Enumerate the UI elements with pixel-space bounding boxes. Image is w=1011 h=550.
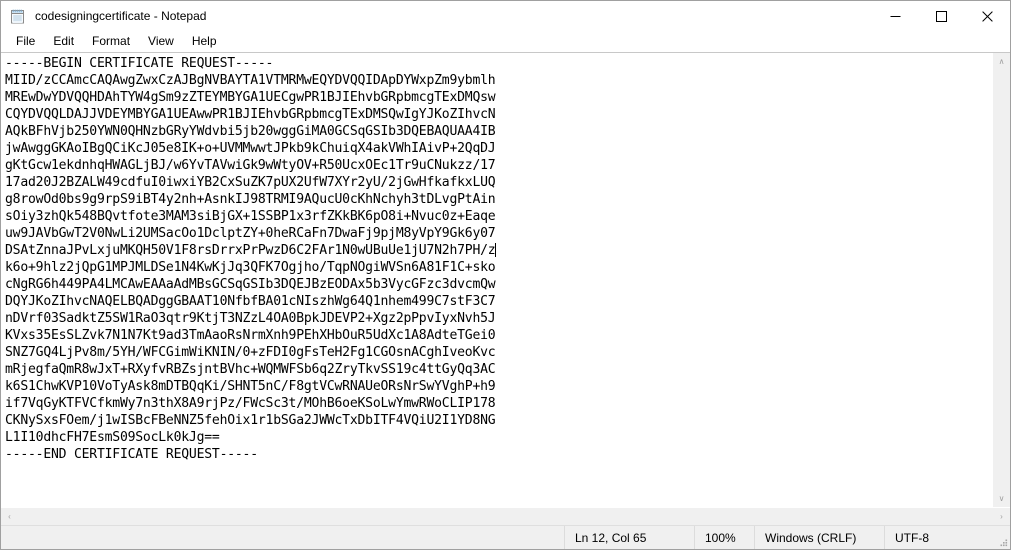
- menu-item-view[interactable]: View: [139, 32, 183, 52]
- text-line: g8rowOd0bs9g9rpS9iBT4y2nh+AsnkIJ98TRMI9A…: [5, 191, 992, 208]
- resize-grip-icon[interactable]: [994, 526, 1010, 549]
- window-title: codesigningcertificate - Notepad: [35, 9, 207, 23]
- text-editor[interactable]: -----BEGIN CERTIFICATE REQUEST----- MIID/…: [1, 53, 992, 507]
- text-line-content: SNZ7GQ4LjPv8m/5YH/WFCGimWiKNIN/0+zFDI0gF…: [5, 345, 496, 360]
- status-line-ending: Windows (CRLF): [754, 526, 884, 549]
- text-line-content: jwAwggGKAoIBgQCiKcJ05e8IK+o+UVMMwwtJPkb9…: [5, 141, 496, 156]
- menu-item-edit[interactable]: Edit: [44, 32, 83, 52]
- status-zoom-level[interactable]: 100%: [694, 526, 754, 549]
- editor-container: -----BEGIN CERTIFICATE REQUEST----- MIID/…: [1, 52, 1010, 525]
- text-line: 17ad20J2BZALW49cdfuI0iwxiYB2CxSuZK7pUX2U…: [5, 174, 992, 191]
- minimize-button[interactable]: [872, 1, 918, 31]
- menu-item-file[interactable]: File: [7, 32, 44, 52]
- text-line: AQkBFhVjb250YWN0QHNzbGRyYWdvbi5jb20wggGi…: [5, 123, 992, 140]
- notepad-icon: [9, 8, 26, 25]
- text-line-content: g8rowOd0bs9g9rpS9iBT4y2nh+AsnkIJ98TRMI9A…: [5, 192, 496, 207]
- text-line: DSAtZnnaJPvLxjuMKQH50V1F8rsDrrxPrPwzD6C2…: [5, 242, 992, 259]
- text-line: MREwDwYDVQQHDAhTYW4gSm9zZTEYMBYGA1UECgwP…: [5, 89, 992, 106]
- status-spacer: [1, 526, 564, 549]
- text-line: KVxs35EsSLZvk7N1N7Kt9ad3TmAaoRsNrmXnh9PE…: [5, 327, 992, 344]
- text-line-content: CQYDVQQLDAJJVDEYMBYGA1UEAwwPR1BJIEhvbGRp…: [5, 107, 496, 122]
- text-line: SNZ7GQ4LjPv8m/5YH/WFCGimWiKNIN/0+zFDI0gF…: [5, 344, 992, 361]
- text-line: cNgRG6h449PA4LMCAwEAAaAdMBsGCSqGSIb3DQEJ…: [5, 276, 992, 293]
- text-line-content: uw9JAVbGwT2V0NwLi2UMSacOo1DclptZY+0heRCa…: [5, 226, 496, 241]
- status-cursor-position: Ln 12, Col 65: [564, 526, 694, 549]
- scroll-right-icon[interactable]: ›: [993, 508, 1010, 525]
- text-line-content: AQkBFhVjb250YWN0QHNzbGRyYWdvbi5jb20wggGi…: [5, 124, 496, 139]
- text-line-content: DSAtZnnaJPvLxjuMKQH50V1F8rsDrrxPrPwzD6C2…: [5, 243, 496, 258]
- text-line-content: MIID/zCCAmcCAQAwgZwxCzAJBgNVBAYTA1VTMRMw…: [5, 73, 496, 88]
- text-caret: [494, 243, 496, 257]
- editor-row: -----BEGIN CERTIFICATE REQUEST----- MIID/…: [1, 53, 1010, 507]
- menu-item-format[interactable]: Format: [83, 32, 139, 52]
- status-encoding: UTF-8: [884, 526, 994, 549]
- text-line: CKNySxsFOem/j1wISBcFBeNNZ5fehOix1r1bSGa2…: [5, 412, 992, 429]
- text-line-content: k6o+9hlz2jQpG1MPJMLDSe1N4KwKjJq3QFK7Ogjh…: [5, 260, 496, 275]
- title-bar[interactable]: codesigningcertificate - Notepad: [1, 1, 1010, 31]
- vertical-scrollbar[interactable]: ∧ ∨: [992, 53, 1010, 507]
- text-line-content: 17ad20J2BZALW49cdfuI0iwxiYB2CxSuZK7pUX2U…: [5, 175, 496, 190]
- scroll-down-icon[interactable]: ∨: [993, 490, 1010, 507]
- menu-item-help[interactable]: Help: [183, 32, 226, 52]
- text-line: -----BEGIN CERTIFICATE REQUEST-----: [5, 55, 992, 72]
- text-line-content: CKNySxsFOem/j1wISBcFBeNNZ5fehOix1r1bSGa2…: [5, 413, 496, 428]
- text-line-content: DQYJKoZIhvcNAQELBQADggGBAAT10NfbfBA01cNI…: [5, 294, 496, 309]
- text-line: nDVrf03SadktZ5SW1RaO3qtr9KtjT3NZzL4OA0Bp…: [5, 310, 992, 327]
- caption-buttons: [872, 1, 1010, 31]
- text-line: -----END CERTIFICATE REQUEST-----: [5, 446, 992, 463]
- maximize-button[interactable]: [918, 1, 964, 31]
- text-line: sOiy3zhQk548BQvtfote3MAM3siBjGX+1SSBP1x3…: [5, 208, 992, 225]
- text-line: jwAwggGKAoIBgQCiKcJ05e8IK+o+UVMMwwtJPkb9…: [5, 140, 992, 157]
- text-line-content: KVxs35EsSLZvk7N1N7Kt9ad3TmAaoRsNrmXnh9PE…: [5, 328, 496, 343]
- text-line-content: MREwDwYDVQQHDAhTYW4gSm9zZTEYMBYGA1UECgwP…: [5, 90, 496, 105]
- text-line: DQYJKoZIhvcNAQELBQADggGBAAT10NfbfBA01cNI…: [5, 293, 992, 310]
- title-bar-left: codesigningcertificate - Notepad: [1, 8, 872, 25]
- notepad-window: codesigningcertificate - Notepad File Ed…: [0, 0, 1011, 550]
- text-line-content: -----END CERTIFICATE REQUEST-----: [5, 447, 258, 462]
- text-line: L1I10dhcFH7EsmS09SocLk0kJg==: [5, 429, 992, 446]
- text-line-content: sOiy3zhQk548BQvtfote3MAM3siBjGX+1SSBP1x3…: [5, 209, 496, 224]
- status-bar: Ln 12, Col 65 100% Windows (CRLF) UTF-8: [1, 525, 1010, 549]
- text-line-content: gKtGcw1ekdnhqHWAGLjBJ/w6YvTAVwiGk9wWtyOV…: [5, 158, 496, 173]
- text-line: uw9JAVbGwT2V0NwLi2UMSacOo1DclptZY+0heRCa…: [5, 225, 992, 242]
- text-line: MIID/zCCAmcCAQAwgZwxCzAJBgNVBAYTA1VTMRMw…: [5, 72, 992, 89]
- text-line-content: nDVrf03SadktZ5SW1RaO3qtr9KtjT3NZzL4OA0Bp…: [5, 311, 496, 326]
- text-line-content: L1I10dhcFH7EsmS09SocLk0kJg==: [5, 430, 220, 445]
- text-line: if7VqGyKTFVCfkmWy7n3thX8A9rjPz/FWcSc3t/M…: [5, 395, 992, 412]
- text-line: CQYDVQQLDAJJVDEYMBYGA1UEAwwPR1BJIEhvbGRp…: [5, 106, 992, 123]
- vertical-scroll-track[interactable]: [993, 70, 1010, 490]
- close-button[interactable]: [964, 1, 1010, 31]
- text-line-content: if7VqGyKTFVCfkmWy7n3thX8A9rjPz/FWcSc3t/M…: [5, 396, 496, 411]
- text-line: k6o+9hlz2jQpG1MPJMLDSe1N4KwKjJq3QFK7Ogjh…: [5, 259, 992, 276]
- text-line-content: -----BEGIN CERTIFICATE REQUEST-----: [5, 56, 274, 71]
- text-line-content: k6S1ChwKVP10VoTyAsk8mDTBQqKi/SHNT5nC/F8g…: [5, 379, 496, 394]
- text-line: mRjegfaQmR8wJxT+RXyfvRBZsjntBVhc+WQMWFSb…: [5, 361, 992, 378]
- scroll-left-icon[interactable]: ‹: [1, 508, 18, 525]
- horizontal-scroll-track[interactable]: [18, 508, 993, 525]
- text-line-content: mRjegfaQmR8wJxT+RXyfvRBZsjntBVhc+WQMWFSb…: [5, 362, 496, 377]
- menu-bar: File Edit Format View Help: [1, 31, 1010, 52]
- scroll-up-icon[interactable]: ∧: [993, 53, 1010, 70]
- horizontal-scrollbar[interactable]: ‹ ›: [1, 507, 1010, 525]
- text-line: k6S1ChwKVP10VoTyAsk8mDTBQqKi/SHNT5nC/F8g…: [5, 378, 992, 395]
- text-line: gKtGcw1ekdnhqHWAGLjBJ/w6YvTAVwiGk9wWtyOV…: [5, 157, 992, 174]
- document-text: -----BEGIN CERTIFICATE REQUEST----- MIID/…: [5, 55, 992, 463]
- text-line-content: cNgRG6h449PA4LMCAwEAAaAdMBsGCSqGSIb3DQEJ…: [5, 277, 496, 292]
